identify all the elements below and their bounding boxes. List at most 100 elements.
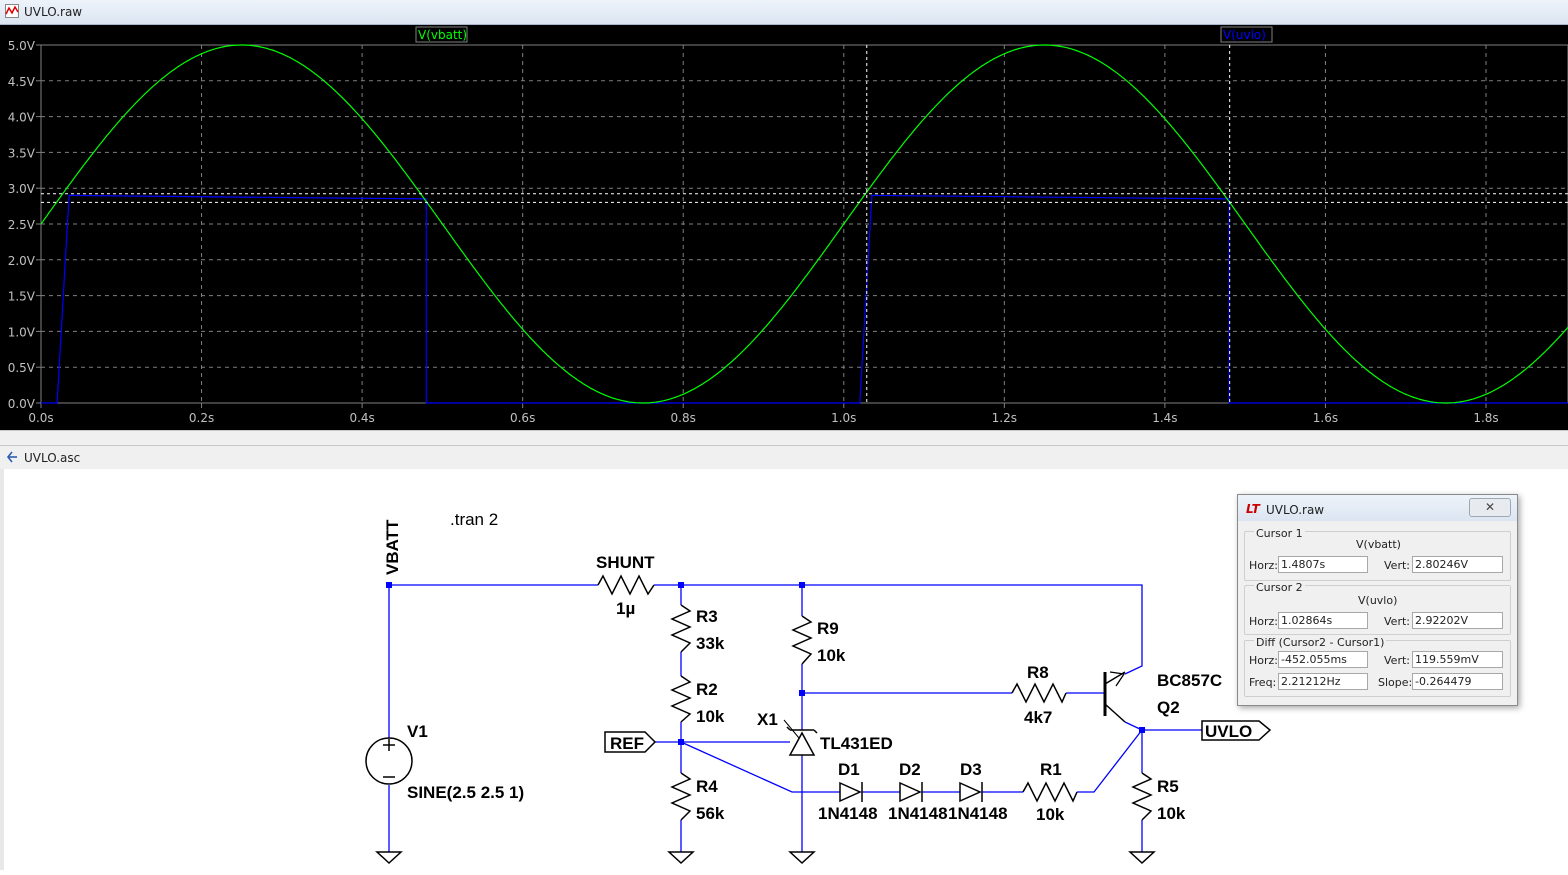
y-tick-label: 0.5V bbox=[8, 361, 36, 375]
d1-name: D1 bbox=[838, 760, 860, 779]
resistor-r8[interactable] bbox=[1011, 682, 1067, 704]
diode-d1[interactable] bbox=[839, 781, 863, 803]
ltspice-logo-icon: LT bbox=[1246, 502, 1260, 516]
y-tick-label: 2.0V bbox=[8, 254, 36, 268]
cursor1-signal: V(vbatt) bbox=[1356, 538, 1401, 551]
r5-name: R5 bbox=[1157, 777, 1179, 796]
diode-d3[interactable] bbox=[959, 781, 983, 803]
cursor1-horz-field[interactable]: 1.4807s bbox=[1278, 556, 1368, 573]
uvlo-net-label: UVLO bbox=[1205, 722, 1252, 741]
x-tick-label: 1.0s bbox=[831, 411, 856, 425]
shunt-value: 1µ bbox=[616, 599, 635, 618]
cursor2-vert-field[interactable]: 2.92202V bbox=[1412, 612, 1503, 629]
r3-name: R3 bbox=[696, 607, 718, 626]
spice-directive[interactable]: .tran 2 bbox=[450, 510, 498, 529]
x-tick-label: 1.8s bbox=[1473, 411, 1498, 425]
r9-value: 10k bbox=[817, 646, 846, 665]
cursor-dialog-titlebar[interactable]: LT UVLO.raw ✕ bbox=[1238, 495, 1517, 521]
cursor1-label: Cursor 1 bbox=[1254, 527, 1305, 540]
d3-name: D3 bbox=[960, 760, 982, 779]
diff-vert-field[interactable]: 119.559mV bbox=[1412, 651, 1503, 668]
cursor1-horz-label: Horz: bbox=[1249, 559, 1279, 572]
window-divider bbox=[0, 430, 1568, 446]
trace-label-uvlo[interactable]: V(uvlo) bbox=[1223, 28, 1266, 42]
q2-value: BC857C bbox=[1157, 671, 1222, 690]
r2-value: 10k bbox=[696, 707, 725, 726]
resistor-r1[interactable] bbox=[1022, 781, 1078, 803]
close-button[interactable]: ✕ bbox=[1469, 498, 1511, 517]
v1-value: SINE(2.5 2.5 1) bbox=[407, 783, 524, 802]
y-tick-label: 3.0V bbox=[8, 182, 36, 196]
y-tick-label: 1.0V bbox=[8, 325, 36, 339]
cursor1-vert-field[interactable]: 2.80246V bbox=[1412, 556, 1503, 573]
d2-name: D2 bbox=[899, 760, 921, 779]
waveform-chart[interactable]: 0.0V 0.5V 1.0V 1.5V 2.0V 2.5V 3.0V 3.5V 4.0V 4.5V… bbox=[0, 25, 1568, 430]
x1-value: TL431ED bbox=[820, 734, 893, 753]
ref-net-label: REF bbox=[610, 734, 644, 753]
q2-name: Q2 bbox=[1157, 698, 1180, 717]
waveform-plot[interactable]: 0.0V 0.5V 1.0V 1.5V 2.0V 2.5V 3.0V 3.5V 4.0V 4.5V… bbox=[0, 25, 1568, 430]
waveform-titlebar[interactable]: UVLO.raw bbox=[0, 0, 1568, 25]
r3-value: 33k bbox=[696, 634, 725, 653]
x-tick-label: 0.2s bbox=[189, 411, 214, 425]
diode-d2[interactable] bbox=[899, 781, 923, 803]
x-tick-label: 1.2s bbox=[992, 411, 1017, 425]
voltage-source-v1[interactable] bbox=[365, 737, 413, 785]
y-tick-label: 0.0V bbox=[8, 397, 36, 411]
diff-vert-label: Vert: bbox=[1384, 654, 1410, 667]
r2-name: R2 bbox=[696, 680, 718, 699]
transistor-q2[interactable] bbox=[1103, 671, 1126, 723]
cursor-dialog[interactable]: LT UVLO.raw ✕ Cursor 1 V(vbatt) Horz: 1.… bbox=[1237, 494, 1518, 706]
y-tick-label: 2.5V bbox=[8, 218, 36, 232]
resistor-r9[interactable] bbox=[791, 615, 813, 665]
x-tick-label: 0.8s bbox=[671, 411, 696, 425]
slope-label: Slope: bbox=[1378, 676, 1413, 689]
shunt-regulator-x1[interactable] bbox=[783, 719, 818, 756]
x1-name: X1 bbox=[757, 710, 778, 729]
wires bbox=[388, 584, 1202, 852]
x-tick-label: 0.0s bbox=[28, 411, 53, 425]
cursor2-horz-field[interactable]: 1.02864s bbox=[1278, 612, 1368, 629]
vbatt-net-label: VBATT bbox=[383, 519, 402, 575]
x-tick-label: 1.6s bbox=[1313, 411, 1338, 425]
schematic-titlebar[interactable]: UVLO.asc bbox=[0, 445, 1568, 471]
d2-value: 1N4148 bbox=[888, 804, 948, 823]
trace-v-uvlo[interactable] bbox=[41, 194, 1568, 404]
schematic-window-title: UVLO.asc bbox=[24, 451, 81, 465]
waveform-window-title: UVLO.raw bbox=[24, 5, 83, 19]
cursor2-vert-label: Vert: bbox=[1384, 615, 1410, 628]
r4-name: R4 bbox=[696, 777, 718, 796]
trace-label-vbatt[interactable]: V(vbatt) bbox=[418, 28, 467, 42]
y-tick-label: 4.0V bbox=[8, 111, 36, 125]
r9-name: R9 bbox=[817, 619, 839, 638]
cursor2-signal: V(uvlo) bbox=[1358, 594, 1398, 607]
freq-label: Freq: bbox=[1249, 676, 1277, 689]
ground-r4 bbox=[667, 851, 695, 865]
r4-value: 56k bbox=[696, 804, 725, 823]
resistor-r2[interactable] bbox=[670, 675, 692, 723]
ground-r5 bbox=[1128, 851, 1156, 865]
shunt-name: SHUNT bbox=[596, 553, 655, 572]
diff-label: Diff (Cursor2 - Cursor1) bbox=[1254, 636, 1387, 649]
y-tick-label: 5.0V bbox=[8, 39, 36, 53]
resistor-r5[interactable] bbox=[1131, 772, 1153, 821]
v1-name: V1 bbox=[407, 722, 428, 741]
y-tick-label: 1.5V bbox=[8, 290, 36, 304]
diff-horz-field[interactable]: -452.055ms bbox=[1278, 651, 1368, 668]
resistor-r3[interactable] bbox=[670, 604, 692, 653]
schematic-icon bbox=[6, 451, 17, 463]
cursor2-horz-label: Horz: bbox=[1249, 615, 1279, 628]
cursor1-vert-label: Vert: bbox=[1384, 559, 1410, 572]
freq-field[interactable]: 2.21212Hz bbox=[1278, 673, 1368, 690]
resistor-r4[interactable] bbox=[670, 772, 692, 821]
cursor-dialog-title: UVLO.raw bbox=[1266, 503, 1325, 517]
waveform-icon bbox=[5, 4, 19, 18]
ground-v1 bbox=[375, 851, 403, 865]
x-tick-label: 1.4s bbox=[1152, 411, 1177, 425]
r8-value: 4k7 bbox=[1024, 708, 1052, 727]
y-tick-label: 4.5V bbox=[8, 75, 36, 89]
slope-field[interactable]: -0.264479 bbox=[1412, 673, 1503, 690]
resistor-shunt[interactable] bbox=[597, 574, 655, 596]
d1-value: 1N4148 bbox=[818, 804, 878, 823]
d3-value: 1N4148 bbox=[948, 804, 1008, 823]
